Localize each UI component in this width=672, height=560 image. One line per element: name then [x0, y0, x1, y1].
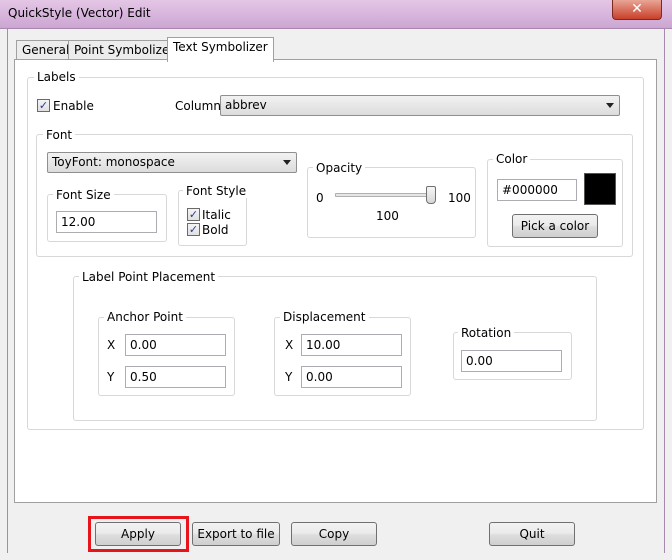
color-hex-input[interactable]	[497, 179, 577, 201]
font-size-title: Font Size	[53, 188, 114, 202]
italic-checkbox[interactable]: ✓	[187, 208, 200, 221]
font-group-title: Font	[43, 128, 76, 142]
column-select[interactable]: abbrev	[220, 95, 620, 116]
enable-checkbox[interactable]: ✓	[37, 99, 50, 112]
export-to-file-button[interactable]: Export to file	[192, 522, 280, 546]
displacement-x-input[interactable]	[301, 334, 402, 356]
chevron-down-icon	[606, 103, 614, 108]
opacity-slider-track[interactable]	[335, 193, 435, 197]
opacity-title: Opacity	[313, 161, 366, 175]
opacity-min-label: 0	[316, 191, 324, 205]
displacement-y-input[interactable]	[301, 366, 402, 388]
pick-color-button[interactable]: Pick a color	[512, 214, 598, 238]
window-title: QuickStyle (Vector) Edit	[8, 6, 151, 20]
anchor-y-label: Y	[107, 370, 115, 384]
color-swatch	[584, 173, 616, 205]
opacity-slider-thumb[interactable]	[426, 186, 436, 204]
quit-button[interactable]: Quit	[489, 522, 575, 546]
tab-point-symbolizer[interactable]: Point Symbolizer	[68, 40, 181, 60]
font-style-title: Font Style	[183, 184, 250, 198]
chevron-down-icon	[283, 160, 291, 165]
close-icon: ✕	[631, 1, 643, 17]
placement-group-title: Label Point Placement	[79, 270, 219, 284]
labels-group-title: Labels	[34, 70, 79, 84]
font-select-value: ToyFont: monospace	[52, 155, 175, 169]
displacement-x-label: X	[285, 338, 294, 352]
enable-label: Enable	[53, 99, 94, 113]
column-label: Column:	[175, 99, 225, 113]
anchor-point-title: Anchor Point	[104, 310, 186, 324]
apply-button[interactable]: Apply	[95, 522, 181, 546]
font-select[interactable]: ToyFont: monospace	[47, 152, 297, 173]
font-size-input[interactable]	[56, 211, 157, 233]
opacity-max-label: 100	[448, 191, 471, 205]
color-title: Color	[493, 152, 531, 166]
title-bar: QuickStyle (Vector) Edit ✕	[0, 0, 672, 29]
displacement-y-label: Y	[285, 370, 293, 384]
italic-label: Italic	[202, 208, 231, 222]
tab-text-symbolizer[interactable]: Text Symbolizer	[167, 37, 274, 62]
tab-general[interactable]: General	[16, 40, 76, 60]
bold-checkbox[interactable]: ✓	[187, 223, 200, 236]
close-button[interactable]: ✕	[612, 0, 662, 20]
column-select-value: abbrev	[225, 98, 267, 112]
bold-label: Bold	[202, 223, 229, 237]
displacement-title: Displacement	[280, 310, 369, 324]
rotation-input[interactable]	[461, 350, 562, 372]
rotation-title: Rotation	[458, 326, 515, 340]
anchor-y-input[interactable]	[125, 366, 226, 388]
opacity-value: 100	[376, 209, 399, 223]
anchor-x-label: X	[107, 338, 116, 352]
anchor-x-input[interactable]	[125, 334, 226, 356]
copy-button[interactable]: Copy	[291, 522, 377, 546]
